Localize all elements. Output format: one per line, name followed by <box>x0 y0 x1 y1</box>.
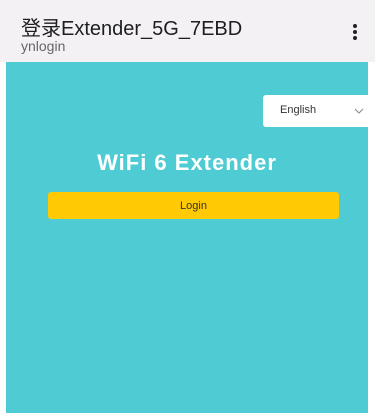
login-panel: English WiFi 6 Extender Login <box>6 62 371 413</box>
page-title: 登录Extender_5G_7EBD <box>21 18 243 40</box>
more-menu-button[interactable] <box>341 16 369 48</box>
language-select[interactable]: English <box>263 95 371 127</box>
login-button[interactable]: Login <box>48 192 339 219</box>
language-select-value: English <box>280 104 317 116</box>
product-heading: WiFi 6 Extender <box>97 150 277 175</box>
app-bar: 登录Extender_5G_7EBD ynlogin <box>0 0 375 62</box>
more-vertical-icon <box>353 24 357 40</box>
page-subtitle: ynlogin <box>21 38 66 54</box>
chevron-down-icon <box>354 108 364 114</box>
